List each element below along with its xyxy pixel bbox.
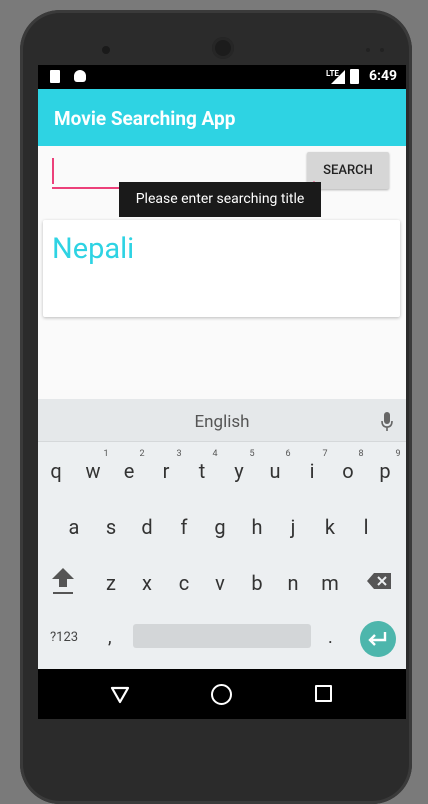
key-p[interactable]: p (370, 459, 400, 483)
key-f[interactable]: f (169, 515, 199, 539)
key-comma[interactable]: , (108, 627, 112, 648)
key-period[interactable]: . (328, 627, 333, 648)
key-b[interactable]: b (242, 571, 272, 595)
keyboard-suggestion-bar: English (38, 399, 406, 442)
shift-icon[interactable] (51, 566, 75, 596)
soft-keyboard: English 1 2 3 4 5 6 7 8 9 0 q w e r t y … (38, 399, 406, 669)
mic-icon[interactable] (380, 411, 394, 433)
result-title: Nepali (52, 232, 135, 266)
sd-card-icon (50, 70, 60, 83)
key-w[interactable]: w (78, 459, 108, 483)
key-l[interactable]: l (351, 515, 381, 539)
key-hint-3: 3 (176, 449, 182, 459)
key-e[interactable]: e (114, 459, 144, 483)
key-hint-1: 1 (103, 449, 109, 459)
key-n[interactable]: n (278, 571, 308, 595)
key-d[interactable]: d (132, 515, 162, 539)
key-hint-8: 8 (358, 449, 364, 459)
navigation-bar (38, 669, 406, 719)
key-g[interactable]: g (205, 515, 235, 539)
result-card[interactable]: Nepali (43, 220, 400, 317)
front-camera (102, 46, 110, 54)
proximity-sensor (366, 48, 370, 52)
key-hint-2: 2 (139, 449, 145, 459)
enter-icon (368, 632, 387, 646)
key-o[interactable]: o (333, 459, 363, 483)
status-time: 6:49 (369, 68, 398, 84)
home-circle-icon[interactable] (211, 684, 232, 705)
keyboard-language: English (194, 412, 250, 432)
android-notification-icon (74, 70, 86, 82)
key-y[interactable]: y (224, 459, 254, 483)
key-a[interactable]: a (59, 515, 89, 539)
key-hint-7: 7 (322, 449, 328, 459)
app-bar: Movie Searching App (38, 89, 406, 146)
enter-key[interactable] (360, 621, 396, 657)
key-s[interactable]: s (96, 515, 126, 539)
key-q[interactable]: q (41, 459, 71, 483)
key-v[interactable]: v (205, 571, 235, 595)
key-hint-9: 9 (395, 449, 401, 459)
signal-icon (331, 70, 345, 84)
key-t[interactable]: t (187, 459, 217, 483)
symbols-key[interactable]: ?123 (50, 630, 78, 645)
status-bar: LTE 6:49 (38, 65, 406, 89)
key-x[interactable]: x (132, 571, 162, 595)
key-hint-4: 4 (212, 449, 218, 459)
device-screen: LTE 6:49 Movie Searching App SEARCH Plea… (38, 65, 406, 719)
key-z[interactable]: z (96, 571, 126, 595)
key-m[interactable]: m (315, 571, 345, 595)
recents-square-icon[interactable] (315, 685, 332, 702)
key-i[interactable]: i (297, 459, 327, 483)
key-hint-5: 5 (249, 449, 255, 459)
key-u[interactable]: u (260, 459, 290, 483)
key-k[interactable]: k (315, 515, 345, 539)
key-hint-6: 6 (285, 449, 291, 459)
app-title: Movie Searching App (54, 107, 236, 130)
key-r[interactable]: r (151, 459, 181, 483)
key-c[interactable]: c (169, 571, 199, 595)
error-tooltip: Please enter searching title (119, 182, 321, 217)
text-cursor (52, 158, 54, 184)
light-sensor (380, 48, 384, 52)
backspace-icon[interactable] (367, 572, 392, 590)
back-triangle-icon[interactable] (110, 686, 130, 704)
earpiece-speaker (212, 37, 234, 59)
battery-icon (350, 69, 359, 84)
key-h[interactable]: h (242, 515, 272, 539)
space-key[interactable] (133, 624, 311, 648)
key-j[interactable]: j (278, 515, 308, 539)
